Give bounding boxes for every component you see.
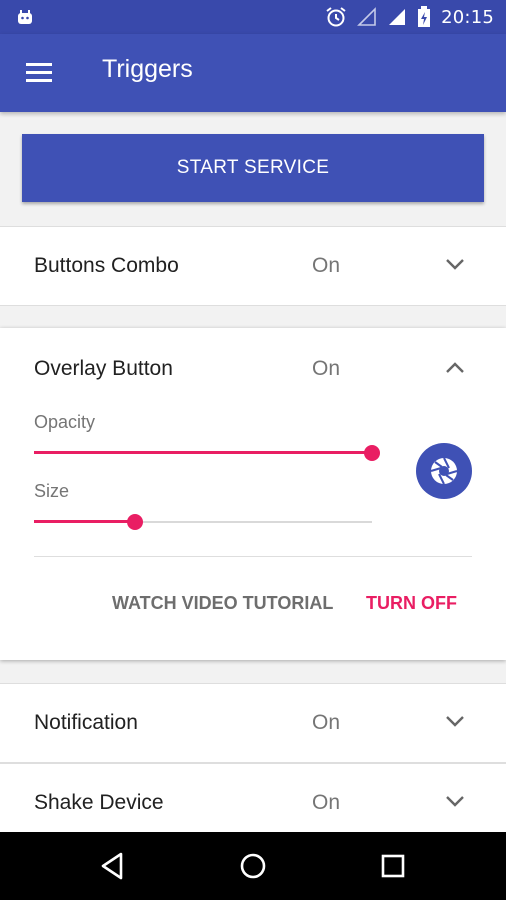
trigger-row-shake-device[interactable]: Shake Device On [0,763,506,843]
signal-empty-icon [357,7,376,26]
trigger-card-overlay-button: Overlay Button On Opacity Size WATCH VID… [0,328,506,660]
turn-off-button[interactable]: TURN OFF [366,593,457,614]
status-bar: 20:15 [0,0,506,34]
menu-icon[interactable] [26,63,52,83]
trigger-label: Notification [34,711,138,734]
navigation-bar [0,832,506,900]
opacity-slider[interactable] [34,443,380,463]
alarm-icon [326,7,346,27]
camera-shutter-icon [430,457,458,485]
chevron-up-icon[interactable] [444,360,466,376]
back-icon[interactable] [97,850,129,882]
card-divider [34,556,472,557]
trigger-row-notification[interactable]: Notification On [0,683,506,763]
size-label: Size [34,481,70,501]
opacity-label: Opacity [34,412,96,432]
overlay-preview-button[interactable] [416,443,472,499]
app-bar: Triggers [0,34,506,112]
watch-video-tutorial-button[interactable]: WATCH VIDEO TUTORIAL [112,593,333,614]
trigger-state: On [312,254,341,277]
trigger-label: Shake Device [34,791,164,814]
home-icon[interactable] [237,850,269,882]
page-title: Triggers [102,55,193,83]
trigger-row-buttons-combo[interactable]: Buttons Combo On [0,226,506,306]
start-service-button[interactable]: START SERVICE [22,134,484,202]
cell-signal-icon [389,9,406,25]
recent-apps-icon[interactable] [377,850,409,882]
slider-fill [34,520,136,523]
trigger-state: On [312,791,341,814]
battery-charging-icon [418,6,431,27]
slider-fill [34,451,372,454]
slider-thumb[interactable] [127,514,144,530]
chevron-down-icon[interactable] [444,256,466,272]
trigger-label: Buttons Combo [34,254,179,277]
trigger-state: On [312,711,341,734]
chevron-down-icon[interactable] [444,793,466,809]
slider-thumb[interactable] [364,445,380,461]
trigger-state: On [312,357,341,380]
android-icon [18,10,32,24]
size-slider[interactable] [34,512,372,532]
chevron-down-icon[interactable] [444,713,466,729]
clock-time: 20:15 [441,6,494,28]
trigger-label: Overlay Button [34,357,173,380]
